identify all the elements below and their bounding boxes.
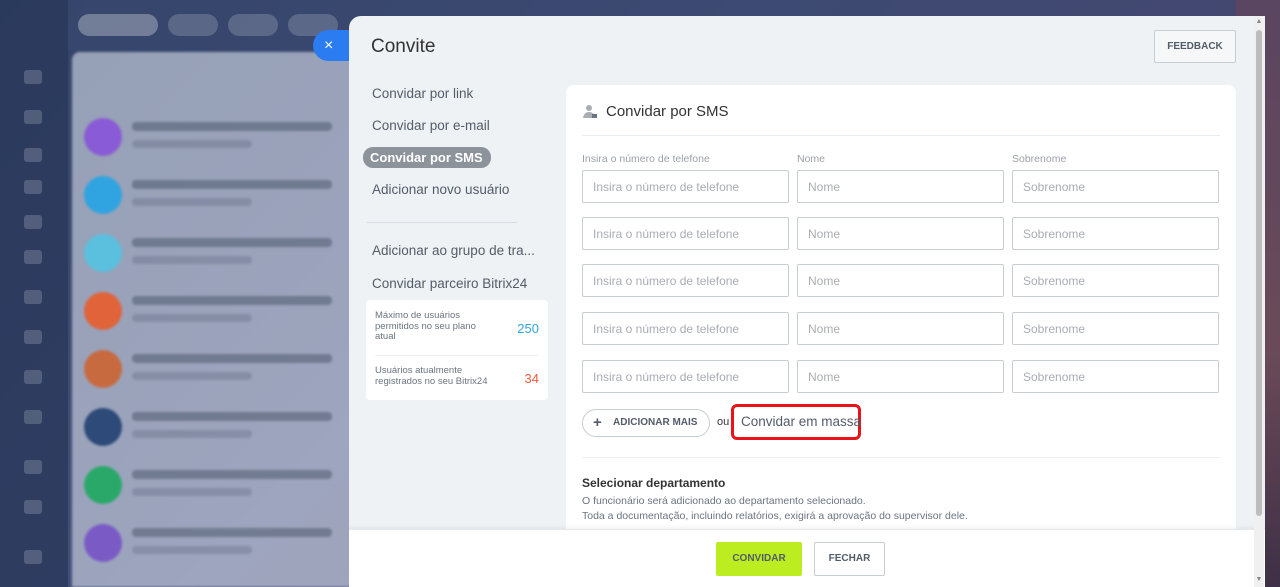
- close-button[interactable]: FECHAR: [814, 542, 885, 576]
- section-divider: [582, 457, 1220, 458]
- background-nav-icon: [24, 180, 42, 194]
- background-chat-row: [84, 462, 354, 512]
- scroll-up-arrow-icon[interactable]: ▲: [1254, 16, 1264, 28]
- sms-invite-card: Convidar por SMS Insira o número de tele…: [566, 85, 1236, 545]
- background-nav-icon: [24, 70, 42, 84]
- background-tab: [78, 14, 158, 36]
- name-column-label: Nome: [797, 153, 826, 165]
- phone-field[interactable]: [582, 264, 789, 297]
- user-icon: [583, 104, 597, 123]
- current-users-label: Usuários atualmente registrados no seu B…: [375, 365, 488, 387]
- name-field[interactable]: [797, 360, 1004, 393]
- background-nav-icon: [24, 410, 42, 424]
- background-chat-row: [84, 114, 354, 164]
- scroll-down-arrow-icon[interactable]: ▼: [1254, 574, 1264, 586]
- close-slider-button[interactable]: ×: [313, 30, 353, 61]
- department-title: Selecionar departamento: [582, 476, 726, 490]
- or-separator: ou: [717, 416, 730, 428]
- name-field[interactable]: [797, 217, 1004, 250]
- background-nav-icon: [24, 500, 42, 514]
- name-field[interactable]: [797, 170, 1004, 203]
- invite-button[interactable]: CONVIDAR: [716, 542, 802, 576]
- menu-item-invite-by-sms[interactable]: Convidar por SMS: [363, 147, 491, 168]
- department-description: O funcionário será adicionado ao departa…: [582, 495, 866, 507]
- user-limits-box: Máximo de usuários permitidos no seu pla…: [366, 300, 548, 400]
- invite-panel: Convite FEEDBACK Convidar por link Convi…: [349, 16, 1265, 587]
- background-chat-row: [84, 346, 354, 396]
- phone-column-label: Insira o número de telefone: [582, 153, 710, 165]
- card-divider: [582, 135, 1220, 136]
- name-field[interactable]: [797, 264, 1004, 297]
- background-chat-row: [84, 230, 354, 280]
- max-users-value: 250: [517, 321, 539, 336]
- background-nav-icon: [24, 550, 42, 564]
- menu-item-add-to-workgroup[interactable]: Adicionar ao grupo de tra...: [372, 243, 535, 258]
- panel-footer: CONVIDAR FECHAR: [349, 529, 1265, 587]
- card-heading-label: Convidar por SMS: [606, 103, 729, 120]
- menu-divider: [367, 222, 517, 223]
- phone-field[interactable]: [582, 170, 789, 203]
- background-nav-icon: [24, 330, 42, 344]
- feedback-button[interactable]: FEEDBACK: [1154, 30, 1236, 63]
- background-tab: [228, 14, 278, 36]
- surname-field[interactable]: [1012, 217, 1219, 250]
- phone-field[interactable]: [582, 360, 789, 393]
- surname-field[interactable]: [1012, 264, 1219, 297]
- scroll-thumb[interactable]: [1256, 30, 1262, 516]
- surname-field[interactable]: [1012, 312, 1219, 345]
- department-description-approval: Toda a documentação, incluindo relatório…: [582, 510, 968, 522]
- background-nav-icon: [24, 148, 42, 162]
- mass-invite-highlight: Convidar em massa: [731, 404, 861, 440]
- add-more-button[interactable]: + ADICIONAR MAIS: [582, 409, 710, 437]
- phone-field[interactable]: [582, 217, 789, 250]
- menu-item-invite-by-email[interactable]: Convidar por e-mail: [372, 118, 490, 133]
- add-more-label: ADICIONAR MAIS: [613, 417, 698, 428]
- menu-item-add-new-user[interactable]: Adicionar novo usuário: [372, 182, 509, 197]
- current-users-value: 34: [524, 371, 539, 386]
- surname-field[interactable]: [1012, 360, 1219, 393]
- menu-item-invite-by-link[interactable]: Convidar por link: [372, 86, 473, 101]
- menu-item-invite-partner[interactable]: Convidar parceiro Bitrix24: [372, 276, 527, 291]
- background-nav-icon: [24, 215, 42, 229]
- background-chat-row: [84, 520, 354, 570]
- panel-title: Convite: [371, 36, 436, 57]
- background-nav-icon: [24, 290, 42, 304]
- background-nav-icon: [24, 370, 42, 384]
- scrollbar[interactable]: ▲ ▼: [1254, 16, 1264, 587]
- mass-invite-link[interactable]: Convidar em massa: [741, 414, 861, 429]
- background-chat-row: [84, 172, 354, 222]
- background-nav-icon: [24, 250, 42, 264]
- current-users-row: Usuários atualmente registrados no seu B…: [375, 365, 539, 406]
- max-users-row: Máximo de usuários permitidos no seu pla…: [375, 310, 539, 351]
- close-icon: ×: [324, 37, 334, 54]
- plus-icon: +: [593, 414, 602, 431]
- background-left-nav: [0, 0, 68, 587]
- surname-column-label: Sobrenome: [1012, 153, 1067, 165]
- background-chat-list: [72, 52, 362, 587]
- background-chat-row: [84, 404, 354, 454]
- card-heading: Convidar por SMS: [583, 103, 729, 123]
- phone-field[interactable]: [582, 312, 789, 345]
- limits-divider: [375, 355, 539, 356]
- max-users-label: Máximo de usuários permitidos no seu pla…: [375, 310, 476, 342]
- background-chat-row: [84, 288, 354, 338]
- name-field[interactable]: [797, 312, 1004, 345]
- surname-field[interactable]: [1012, 170, 1219, 203]
- background-nav-icon: [24, 460, 42, 474]
- background-tab: [168, 14, 218, 36]
- background-nav-icon: [24, 110, 42, 124]
